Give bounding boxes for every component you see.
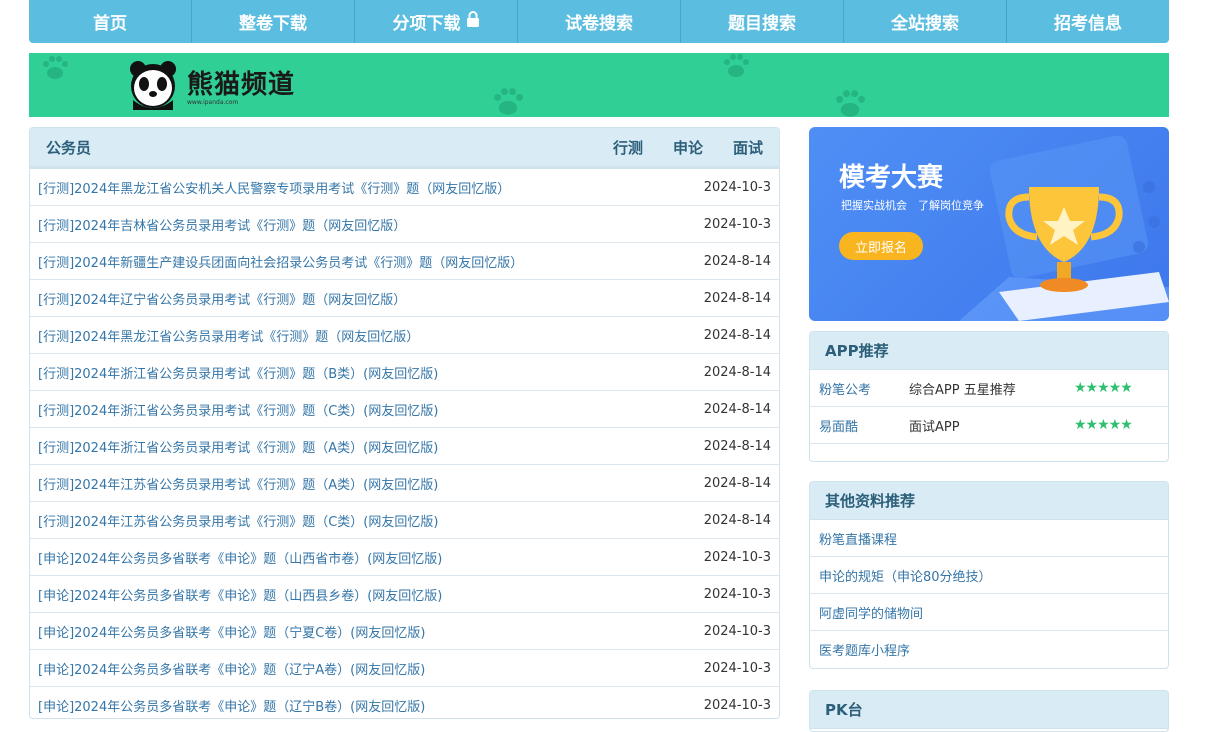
nav-recruit-info[interactable]: 招考信息: [1007, 0, 1169, 43]
nav-home-label: 首页: [93, 14, 127, 34]
exam-title-link[interactable]: [申论]2024年公务员多省联考《申论》题（山西县乡卷）(网友回忆版): [38, 585, 704, 604]
trophy-icon: [1005, 187, 1123, 292]
list-item: [行测]2024年浙江省公务员录用考试《行测》题（B类）(网友回忆版) 2024-…: [30, 354, 779, 391]
nav-home[interactable]: 首页: [29, 0, 192, 43]
exam-date: 2024-8-14: [703, 475, 771, 491]
exam-list-header: 公务员 行测 申论 面试: [30, 128, 779, 169]
nav-item-download-label: 分项下载: [392, 14, 461, 34]
nav-paper-search-label: 试卷搜索: [565, 14, 633, 34]
resource-link[interactable]: 医考题库小程序: [810, 631, 1168, 667]
nav-full-download-label: 整卷下载: [239, 14, 307, 34]
paw-icon: [43, 56, 68, 79]
app-desc: 面试APP: [909, 419, 960, 435]
exam-date: 2024-10-3: [703, 179, 771, 195]
stars-icon: ★★★★★: [1074, 417, 1133, 433]
exam-date: 2024-10-3: [703, 623, 771, 639]
app-row: 粉笔公考 综合APP 五星推荐 ★★★★★: [810, 370, 1168, 407]
list-item: [申论]2024年公务员多省联考《申论》题（辽宁A卷）(网友回忆版) 2024-1…: [30, 650, 779, 687]
exam-title-link[interactable]: [申论]2024年公务员多省联考《申论》题（山西省市卷）(网友回忆版): [38, 548, 704, 567]
exam-date: 2024-10-3: [703, 697, 771, 713]
list-item: [申论]2024年公务员多省联考《申论》题（辽宁B卷）(网友回忆版) 2024-1…: [30, 687, 779, 718]
paw-icon: [836, 90, 865, 117]
list-item: [行测]2024年吉林省公务员录用考试《行测》题（网友回忆版） 2024-10-3: [30, 206, 779, 243]
exam-date: 2024-8-14: [703, 327, 771, 343]
resource-link[interactable]: 申论的规矩（申论80分绝技）: [810, 557, 1168, 594]
exam-title-link[interactable]: [申论]2024年公务员多省联考《申论》题（辽宁A卷）(网友回忆版): [38, 659, 704, 678]
exam-date: 2024-8-14: [703, 512, 771, 528]
tab-shenlun[interactable]: 申论: [673, 137, 703, 158]
tab-mianshi[interactable]: 面试: [733, 137, 763, 158]
exam-title-link[interactable]: [申论]2024年公务员多省联考《申论》题（宁夏C卷）(网友回忆版): [38, 622, 704, 641]
exam-title-link[interactable]: [行测]2024年浙江省公务员录用考试《行测》题（A类）(网友回忆版): [38, 437, 704, 456]
exam-title-link[interactable]: [行测]2024年黑龙江省公安机关人民警察专项录用考试《行测》题（网友回忆版）: [38, 178, 704, 197]
nav-site-search[interactable]: 全站搜索: [844, 0, 1007, 43]
paw-icon: [724, 54, 749, 77]
nav-paper-search[interactable]: 试卷搜索: [518, 0, 681, 43]
signup-button[interactable]: 立即报名: [839, 232, 923, 260]
panda-logo: 熊猫频道 www.ipanda.com: [129, 60, 295, 110]
exam-title-link[interactable]: [行测]2024年黑龙江省公务员录用考试《行测》题（网友回忆版）: [38, 326, 704, 345]
exam-date: 2024-8-14: [703, 364, 771, 380]
pk-box: PK台: [809, 690, 1169, 732]
app-recommend-box: APP推荐 粉笔公考 综合APP 五星推荐 ★★★★★ 易面酷 面试APP ★★…: [809, 331, 1169, 462]
exam-title-link[interactable]: [行测]2024年浙江省公务员录用考试《行测》题（B类）(网友回忆版): [38, 363, 704, 382]
nav-question-search-label: 题目搜索: [728, 14, 796, 34]
nav-full-download[interactable]: 整卷下载: [192, 0, 355, 43]
ad-banner[interactable]: 熊猫频道 www.ipanda.com: [29, 53, 1169, 117]
list-item: [行测]2024年黑龙江省公安机关人民警察专项录用考试《行测》题（网友回忆版） 2…: [30, 169, 779, 206]
app-recommend-title: APP推荐: [810, 332, 1168, 370]
exam-title-link[interactable]: [行测]2024年江苏省公务员录用考试《行测》题（A类）(网友回忆版): [38, 474, 704, 493]
exam-date: 2024-8-14: [703, 290, 771, 306]
resources-title: 其他资料推荐: [810, 482, 1168, 520]
exam-list-title: 公务员: [46, 138, 92, 157]
tab-xingce[interactable]: 行测: [613, 137, 643, 158]
exam-title-link[interactable]: [行测]2024年新疆生产建设兵团面向社会招录公务员考试《行测》题（网友回忆版）: [38, 252, 704, 271]
list-item: [申论]2024年公务员多省联考《申论》题（山西省市卷）(网友回忆版) 2024-…: [30, 539, 779, 576]
exam-date: 2024-10-3: [703, 549, 771, 565]
list-item: [行测]2024年浙江省公务员录用考试《行测》题（C类）(网友回忆版) 2024-…: [30, 391, 779, 428]
exam-date: 2024-10-3: [703, 586, 771, 602]
app-desc: 综合APP 五星推荐: [909, 382, 1016, 398]
exam-title-link[interactable]: [行测]2024年浙江省公务员录用考试《行测》题（C类）(网友回忆版): [38, 400, 704, 419]
stars-icon: ★★★★★: [1074, 380, 1133, 396]
paw-icon: [494, 88, 523, 115]
exam-date: 2024-10-3: [703, 660, 771, 676]
lock-icon: [466, 11, 480, 32]
exam-title-link[interactable]: [行测]2024年江苏省公务员录用考试《行测》题（C类）(网友回忆版): [38, 511, 704, 530]
nav-recruit-info-label: 招考信息: [1054, 14, 1122, 34]
panda-title: 熊猫频道: [187, 70, 296, 100]
app-name[interactable]: 易面酷: [810, 416, 909, 435]
exam-title-link[interactable]: [申论]2024年公务员多省联考《申论》题（辽宁B卷）(网友回忆版): [38, 696, 704, 715]
app-row: 易面酷 面试APP ★★★★★: [810, 407, 1168, 444]
list-item: [行测]2024年新疆生产建设兵团面向社会招录公务员考试《行测》题（网友回忆版）…: [30, 243, 779, 280]
list-item: [申论]2024年公务员多省联考《申论》题（山西县乡卷）(网友回忆版) 2024-…: [30, 576, 779, 613]
list-item: [行测]2024年黑龙江省公务员录用考试《行测》题（网友回忆版） 2024-8-1…: [30, 317, 779, 354]
exam-title-link[interactable]: [行测]2024年吉林省公务员录用考试《行测》题（网友回忆版）: [38, 215, 704, 234]
exam-title-link[interactable]: [行测]2024年辽宁省公务员录用考试《行测》题（网友回忆版）: [38, 289, 704, 308]
exam-list-rows: [行测]2024年黑龙江省公安机关人民警察专项录用考试《行测》题（网友回忆版） 2…: [30, 169, 779, 718]
promo-banner[interactable]: 模考大赛 把握实战机会 了解岗位竞争 立即报名: [809, 127, 1169, 321]
nav-site-search-label: 全站搜索: [891, 14, 959, 34]
list-item: [行测]2024年江苏省公务员录用考试《行测》题（C类）(网友回忆版) 2024-…: [30, 502, 779, 539]
resource-link[interactable]: 阿虚同学的储物间: [810, 594, 1168, 631]
promo-title: 模考大赛: [839, 163, 944, 193]
resources-box: 其他资料推荐 粉笔直播课程 申论的规矩（申论80分绝技） 阿虚同学的储物间 医考…: [809, 481, 1169, 669]
exam-date: 2024-8-14: [703, 438, 771, 454]
list-item: [行测]2024年浙江省公务员录用考试《行测》题（A类）(网友回忆版) 2024-…: [30, 428, 779, 465]
list-item: [行测]2024年江苏省公务员录用考试《行测》题（A类）(网友回忆版) 2024-…: [30, 465, 779, 502]
exam-date: 2024-10-3: [703, 216, 771, 232]
top-nav: 首页 整卷下载 分项下载 试卷搜索 题目搜索 全站搜索 招考信息: [29, 0, 1169, 43]
exam-date: 2024-8-14: [703, 253, 771, 269]
exam-list-panel: 公务员 行测 申论 面试 [行测]2024年黑龙江省公安机关人民警察专项录用考试…: [29, 127, 780, 719]
nav-item-download[interactable]: 分项下载: [355, 0, 518, 43]
nav-question-search[interactable]: 题目搜索: [681, 0, 844, 43]
exam-date: 2024-8-14: [703, 401, 771, 417]
resource-link[interactable]: 粉笔直播课程: [810, 520, 1168, 557]
list-item: [行测]2024年辽宁省公务员录用考试《行测》题（网友回忆版） 2024-8-14: [30, 280, 779, 317]
pk-title: PK台: [810, 691, 1168, 729]
list-item: [申论]2024年公务员多省联考《申论》题（宁夏C卷）(网友回忆版) 2024-1…: [30, 613, 779, 650]
app-name[interactable]: 粉笔公考: [810, 379, 909, 398]
panda-face-icon: [130, 61, 176, 110]
